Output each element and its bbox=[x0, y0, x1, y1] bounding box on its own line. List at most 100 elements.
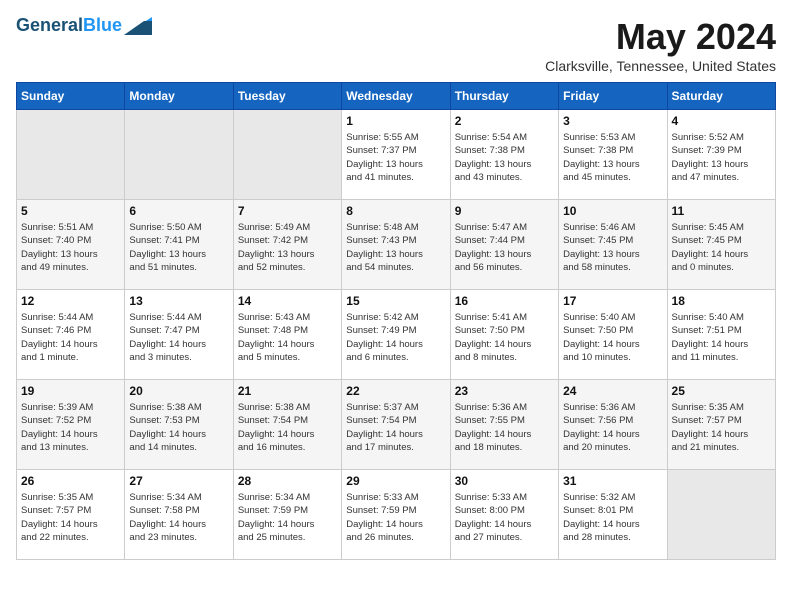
day-cell: 23 Sunrise: 5:36 AM Sunset: 7:55 PM Dayli… bbox=[450, 380, 558, 470]
day-number: 30 bbox=[455, 474, 554, 488]
day-info: Sunrise: 5:40 AM Sunset: 7:51 PM Dayligh… bbox=[672, 311, 771, 364]
day-info: Sunrise: 5:37 AM Sunset: 7:54 PM Dayligh… bbox=[346, 401, 445, 454]
day-cell: 21 Sunrise: 5:38 AM Sunset: 7:54 PM Dayli… bbox=[233, 380, 341, 470]
weekday-header-wednesday: Wednesday bbox=[342, 83, 450, 110]
day-cell: 2 Sunrise: 5:54 AM Sunset: 7:38 PM Daylig… bbox=[450, 110, 558, 200]
day-info: Sunrise: 5:32 AM Sunset: 8:01 PM Dayligh… bbox=[563, 491, 662, 544]
week-row-3: 12 Sunrise: 5:44 AM Sunset: 7:46 PM Dayli… bbox=[17, 290, 776, 380]
day-cell: 12 Sunrise: 5:44 AM Sunset: 7:46 PM Dayli… bbox=[17, 290, 125, 380]
day-number: 8 bbox=[346, 204, 445, 218]
calendar-title: May 2024 bbox=[545, 16, 776, 58]
day-cell: 25 Sunrise: 5:35 AM Sunset: 7:57 PM Dayli… bbox=[667, 380, 775, 470]
calendar-table: SundayMondayTuesdayWednesdayThursdayFrid… bbox=[16, 82, 776, 560]
weekday-header-friday: Friday bbox=[559, 83, 667, 110]
day-info: Sunrise: 5:54 AM Sunset: 7:38 PM Dayligh… bbox=[455, 131, 554, 184]
day-number: 5 bbox=[21, 204, 120, 218]
day-number: 22 bbox=[346, 384, 445, 398]
day-number: 3 bbox=[563, 114, 662, 128]
day-number: 1 bbox=[346, 114, 445, 128]
day-info: Sunrise: 5:43 AM Sunset: 7:48 PM Dayligh… bbox=[238, 311, 337, 364]
day-cell: 19 Sunrise: 5:39 AM Sunset: 7:52 PM Dayli… bbox=[17, 380, 125, 470]
day-info: Sunrise: 5:39 AM Sunset: 7:52 PM Dayligh… bbox=[21, 401, 120, 454]
day-cell: 18 Sunrise: 5:40 AM Sunset: 7:51 PM Dayli… bbox=[667, 290, 775, 380]
day-cell: 27Sunrise: 5:34 AM Sunset: 7:58 PM Dayli… bbox=[125, 470, 233, 560]
day-cell bbox=[125, 110, 233, 200]
day-cell: 7Sunrise: 5:49 AM Sunset: 7:42 PM Daylig… bbox=[233, 200, 341, 290]
day-cell bbox=[17, 110, 125, 200]
day-cell: 6Sunrise: 5:50 AM Sunset: 7:41 PM Daylig… bbox=[125, 200, 233, 290]
logo-icon bbox=[124, 17, 152, 35]
day-cell: 20 Sunrise: 5:38 AM Sunset: 7:53 PM Dayli… bbox=[125, 380, 233, 470]
day-cell: 15Sunrise: 5:42 AM Sunset: 7:49 PM Dayli… bbox=[342, 290, 450, 380]
day-number: 14 bbox=[238, 294, 337, 308]
title-area: May 2024 Clarksville, Tennessee, United … bbox=[545, 16, 776, 74]
day-cell: 1Sunrise: 5:55 AM Sunset: 7:37 PM Daylig… bbox=[342, 110, 450, 200]
day-cell: 31 Sunrise: 5:32 AM Sunset: 8:01 PM Dayli… bbox=[559, 470, 667, 560]
day-cell: 9 Sunrise: 5:47 AM Sunset: 7:44 PM Daylig… bbox=[450, 200, 558, 290]
day-number: 31 bbox=[563, 474, 662, 488]
day-cell: 16 Sunrise: 5:41 AM Sunset: 7:50 PM Dayli… bbox=[450, 290, 558, 380]
day-info: Sunrise: 5:48 AM Sunset: 7:43 PM Dayligh… bbox=[346, 221, 445, 274]
weekday-header-sunday: Sunday bbox=[17, 83, 125, 110]
day-cell bbox=[233, 110, 341, 200]
day-info: Sunrise: 5:44 AM Sunset: 7:46 PM Dayligh… bbox=[21, 311, 120, 364]
day-info: Sunrise: 5:42 AM Sunset: 7:49 PM Dayligh… bbox=[346, 311, 445, 364]
week-row-5: 26 Sunrise: 5:35 AM Sunset: 7:57 PM Dayli… bbox=[17, 470, 776, 560]
day-number: 2 bbox=[455, 114, 554, 128]
day-info: Sunrise: 5:47 AM Sunset: 7:44 PM Dayligh… bbox=[455, 221, 554, 274]
day-info: Sunrise: 5:36 AM Sunset: 7:55 PM Dayligh… bbox=[455, 401, 554, 454]
day-number: 21 bbox=[238, 384, 337, 398]
day-number: 12 bbox=[21, 294, 120, 308]
weekday-header-monday: Monday bbox=[125, 83, 233, 110]
day-cell: 30Sunrise: 5:33 AM Sunset: 8:00 PM Dayli… bbox=[450, 470, 558, 560]
day-cell: 29Sunrise: 5:33 AM Sunset: 7:59 PM Dayli… bbox=[342, 470, 450, 560]
day-info: Sunrise: 5:34 AM Sunset: 7:59 PM Dayligh… bbox=[238, 491, 337, 544]
day-number: 16 bbox=[455, 294, 554, 308]
day-cell: 10Sunrise: 5:46 AM Sunset: 7:45 PM Dayli… bbox=[559, 200, 667, 290]
day-cell: 22 Sunrise: 5:37 AM Sunset: 7:54 PM Dayli… bbox=[342, 380, 450, 470]
day-number: 24 bbox=[563, 384, 662, 398]
day-info: Sunrise: 5:40 AM Sunset: 7:50 PM Dayligh… bbox=[563, 311, 662, 364]
day-cell: 11Sunrise: 5:45 AM Sunset: 7:45 PM Dayli… bbox=[667, 200, 775, 290]
day-cell: 14 Sunrise: 5:43 AM Sunset: 7:48 PM Dayli… bbox=[233, 290, 341, 380]
day-info: Sunrise: 5:34 AM Sunset: 7:58 PM Dayligh… bbox=[129, 491, 228, 544]
day-info: Sunrise: 5:35 AM Sunset: 7:57 PM Dayligh… bbox=[672, 401, 771, 454]
day-number: 13 bbox=[129, 294, 228, 308]
day-number: 29 bbox=[346, 474, 445, 488]
day-number: 6 bbox=[129, 204, 228, 218]
day-number: 20 bbox=[129, 384, 228, 398]
day-info: Sunrise: 5:49 AM Sunset: 7:42 PM Dayligh… bbox=[238, 221, 337, 274]
day-cell: 26 Sunrise: 5:35 AM Sunset: 7:57 PM Dayli… bbox=[17, 470, 125, 560]
day-info: Sunrise: 5:36 AM Sunset: 7:56 PM Dayligh… bbox=[563, 401, 662, 454]
day-info: Sunrise: 5:41 AM Sunset: 7:50 PM Dayligh… bbox=[455, 311, 554, 364]
day-cell bbox=[667, 470, 775, 560]
day-info: Sunrise: 5:51 AM Sunset: 7:40 PM Dayligh… bbox=[21, 221, 120, 274]
day-info: Sunrise: 5:45 AM Sunset: 7:45 PM Dayligh… bbox=[672, 221, 771, 274]
weekday-header-saturday: Saturday bbox=[667, 83, 775, 110]
calendar-subtitle: Clarksville, Tennessee, United States bbox=[545, 58, 776, 74]
week-row-4: 19 Sunrise: 5:39 AM Sunset: 7:52 PM Dayli… bbox=[17, 380, 776, 470]
day-cell: 8 Sunrise: 5:48 AM Sunset: 7:43 PM Daylig… bbox=[342, 200, 450, 290]
day-info: Sunrise: 5:44 AM Sunset: 7:47 PM Dayligh… bbox=[129, 311, 228, 364]
day-cell: 13 Sunrise: 5:44 AM Sunset: 7:47 PM Dayli… bbox=[125, 290, 233, 380]
day-cell: 3 Sunrise: 5:53 AM Sunset: 7:38 PM Daylig… bbox=[559, 110, 667, 200]
day-info: Sunrise: 5:52 AM Sunset: 7:39 PM Dayligh… bbox=[672, 131, 771, 184]
day-number: 17 bbox=[563, 294, 662, 308]
day-number: 28 bbox=[238, 474, 337, 488]
day-number: 18 bbox=[672, 294, 771, 308]
day-number: 26 bbox=[21, 474, 120, 488]
day-info: Sunrise: 5:38 AM Sunset: 7:54 PM Dayligh… bbox=[238, 401, 337, 454]
day-cell: 5 Sunrise: 5:51 AM Sunset: 7:40 PM Daylig… bbox=[17, 200, 125, 290]
day-number: 23 bbox=[455, 384, 554, 398]
day-info: Sunrise: 5:35 AM Sunset: 7:57 PM Dayligh… bbox=[21, 491, 120, 544]
day-info: Sunrise: 5:38 AM Sunset: 7:53 PM Dayligh… bbox=[129, 401, 228, 454]
day-info: Sunrise: 5:46 AM Sunset: 7:45 PM Dayligh… bbox=[563, 221, 662, 274]
day-info: Sunrise: 5:53 AM Sunset: 7:38 PM Dayligh… bbox=[563, 131, 662, 184]
day-number: 19 bbox=[21, 384, 120, 398]
weekday-header-thursday: Thursday bbox=[450, 83, 558, 110]
logo-text: GeneralBlue bbox=[16, 16, 122, 36]
day-number: 4 bbox=[672, 114, 771, 128]
day-cell: 4 Sunrise: 5:52 AM Sunset: 7:39 PM Daylig… bbox=[667, 110, 775, 200]
day-number: 25 bbox=[672, 384, 771, 398]
day-number: 9 bbox=[455, 204, 554, 218]
